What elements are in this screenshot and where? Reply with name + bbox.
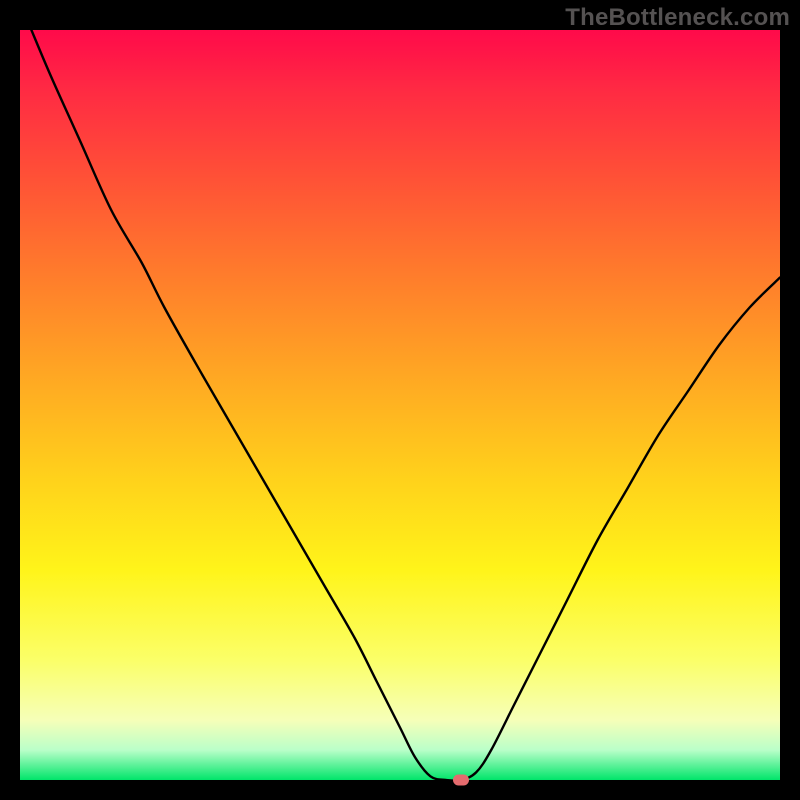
chart-frame: TheBottleneck.com [0,0,800,800]
bottleneck-curve [20,30,780,780]
watermark-text: TheBottleneck.com [565,4,790,32]
minimum-marker-icon [453,775,469,786]
plot-area [20,30,780,780]
